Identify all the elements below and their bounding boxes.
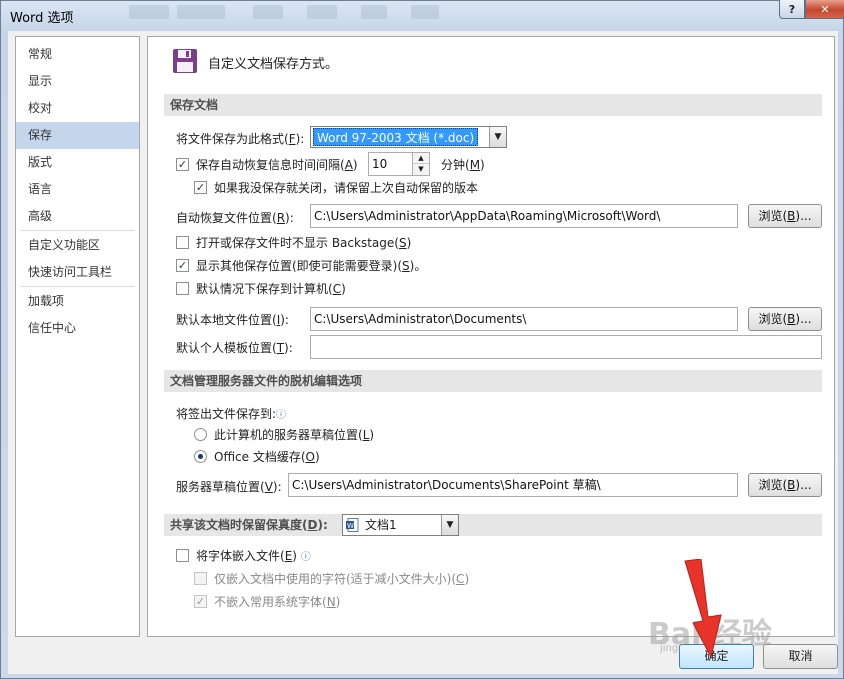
close-button[interactable]: ✕	[805, 0, 844, 19]
radio-server-drafts-label: 此计算机的服务器草稿位置(L)	[214, 428, 375, 442]
browse-drafts-button[interactable]: 浏览(B)...	[748, 473, 822, 497]
embed-used-chars-checkbox[interactable]	[194, 572, 207, 585]
minutes-label: 分钟(M)	[441, 158, 485, 172]
sidebar-item-general[interactable]: 常规	[16, 41, 139, 68]
sidebar-item-language[interactable]: 语言	[16, 176, 139, 203]
spin-down-icon[interactable]: ▼	[413, 164, 429, 175]
floppy-disk-icon	[173, 49, 197, 73]
blurred-background	[177, 5, 225, 19]
cancel-button[interactable]: 取消	[763, 644, 838, 669]
sidebar-item-proofing[interactable]: 校对	[16, 95, 139, 122]
red-arrow-annotation	[684, 559, 722, 659]
no-backstage-label: 打开或保存文件时不显示 Backstage(S)	[196, 236, 412, 250]
close-icon: ✕	[820, 2, 830, 16]
autorecover-location-input[interactable]: C:\Users\Administrator\AppData\Roaming\M…	[310, 204, 738, 228]
autorecover-location-label: 自动恢复文件位置(R):	[176, 211, 294, 225]
section-offline-editing: 文档管理服务器文件的脱机编辑选项	[164, 370, 822, 392]
section-save-documents: 保存文档	[164, 94, 822, 116]
help-button[interactable]: ?	[779, 0, 805, 19]
server-drafts-location-label: 服务器草稿位置(V):	[176, 480, 282, 494]
section-preserve-fidelity: 共享该文档时保留保真度(D):	[164, 514, 822, 536]
radio-office-cache-label: Office 文档缓存(O)	[214, 450, 320, 464]
save-format-label: 将文件保存为此格式(F):	[176, 132, 305, 146]
blurred-background	[253, 5, 283, 19]
sidebar-item-layout[interactable]: 版式	[16, 149, 139, 176]
sidebar-item-add-ins[interactable]: 加载项	[16, 288, 139, 315]
embed-fonts-checkbox[interactable]	[176, 549, 189, 562]
spin-up-icon[interactable]: ▲	[413, 153, 429, 164]
no-common-fonts-label: 不嵌入常用系统字体(N)	[214, 595, 341, 609]
default-save-computer-checkbox[interactable]	[176, 282, 189, 295]
keep-last-version-checkbox[interactable]: ✓	[194, 181, 207, 194]
blurred-background	[129, 5, 169, 19]
sidebar-item-trust-center[interactable]: 信任中心	[16, 315, 139, 342]
show-other-locations-checkbox[interactable]: ✓	[176, 259, 189, 272]
default-save-computer-label: 默认情况下保存到计算机(C)	[196, 282, 346, 296]
no-common-fonts-checkbox[interactable]: ✓	[194, 595, 207, 608]
browse-autorecover-button[interactable]: 浏览(B)...	[748, 204, 822, 228]
save-options-panel: 自定义文档保存方式。 保存文档 将文件保存为此格式(F): Word 97-20…	[147, 36, 835, 637]
autorecover-interval-input[interactable]: 10	[368, 152, 413, 176]
sidebar-item-customize-ribbon[interactable]: 自定义功能区	[16, 232, 139, 259]
page-description: 自定义文档保存方式。	[208, 57, 339, 72]
sidebar-item-advanced[interactable]: 高级	[16, 203, 139, 230]
keep-last-version-label: 如果我没保存就关闭，请保留上次自动保留的版本	[214, 181, 479, 195]
server-drafts-location-input[interactable]: C:\Users\Administrator\Documents\SharePo…	[288, 473, 738, 497]
default-local-location-label: 默认本地文件位置(I):	[176, 313, 289, 327]
svg-text:W: W	[347, 522, 354, 530]
no-backstage-checkbox[interactable]	[176, 236, 189, 249]
default-local-location-input[interactable]: C:\Users\Administrator\Documents\	[310, 307, 738, 331]
embed-used-chars-label: 仅嵌入文档中使用的字符(适于减小文件大小)(C)	[214, 572, 470, 586]
autorecover-checkbox[interactable]: ✓	[176, 158, 189, 171]
blurred-background	[361, 5, 387, 19]
sidebar-item-display[interactable]: 显示	[16, 68, 139, 95]
save-format-select[interactable]: Word 97-2003 文档 (*.doc) ▼	[310, 126, 507, 148]
fidelity-document-value: 文档1	[365, 518, 397, 532]
title-bar[interactable]: Word 选项 ? ✕	[1, 0, 844, 31]
show-other-locations-label: 显示其他保存位置(即使可能需要登录)(S)。	[196, 259, 427, 273]
help-icon: ?	[788, 2, 796, 16]
radio-office-cache[interactable]	[194, 450, 207, 463]
options-sidebar: 常规 显示 校对 保存 版式 语言 高级 自定义功能区 快速访问工具栏 加载项 …	[15, 36, 140, 637]
checkout-location-label: 将签出文件保存到:ⓘ	[176, 407, 287, 421]
dialog-body: 常规 显示 校对 保存 版式 语言 高级 自定义功能区 快速访问工具栏 加载项 …	[8, 31, 838, 674]
word-options-dialog: Word 选项 ? ✕ 常规 显示 校对 保存 版式 语言 高级 自定义功能区 …	[0, 0, 844, 679]
interval-spinner[interactable]: ▲ ▼	[413, 152, 430, 176]
word-document-icon: W	[346, 518, 359, 532]
window-title: Word 选项	[10, 11, 74, 26]
blurred-background	[307, 5, 337, 19]
autorecover-label: 保存自动恢复信息时间间隔(A)	[196, 158, 358, 172]
sidebar-item-save[interactable]: 保存	[16, 122, 139, 149]
info-icon: ⓘ	[276, 410, 287, 421]
radio-selected-dot	[198, 454, 203, 459]
sidebar-divider	[20, 230, 135, 231]
sidebar-item-quick-access-toolbar[interactable]: 快速访问工具栏	[16, 259, 139, 286]
browse-local-button[interactable]: 浏览(B)...	[748, 307, 822, 331]
personal-template-label: 默认个人模板位置(T):	[176, 341, 293, 355]
fidelity-document-select[interactable]: W 文档1 ▼	[342, 514, 459, 536]
sidebar-divider	[20, 286, 135, 287]
info-icon: ⓘ	[300, 552, 311, 563]
blurred-background	[411, 5, 439, 19]
save-format-value: Word 97-2003 文档 (*.doc)	[313, 128, 479, 146]
radio-server-drafts[interactable]	[194, 428, 207, 441]
chevron-down-icon: ▼	[489, 127, 506, 147]
chevron-down-icon: ▼	[441, 515, 458, 535]
embed-fonts-label: 将字体嵌入文件(E) ⓘ	[196, 549, 311, 563]
personal-template-input[interactable]	[310, 335, 822, 359]
